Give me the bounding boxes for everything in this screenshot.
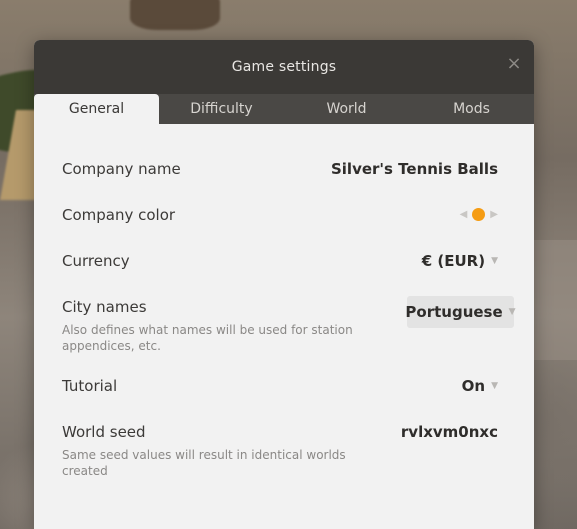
setting-currency: Currency € (EUR) ▼ bbox=[62, 252, 506, 270]
world-seed-hint: Same seed values will result in identica… bbox=[62, 448, 346, 478]
company-color-label: Company color bbox=[62, 206, 176, 224]
arrow-left-icon[interactable]: ◀ bbox=[460, 209, 468, 220]
world-seed-value: rvlxvm0nxc bbox=[400, 423, 498, 441]
city-names-select[interactable]: Portuguese ▼ bbox=[405, 296, 516, 328]
setting-company-name: Company name Silver's Tennis Balls bbox=[62, 160, 506, 178]
setting-city-names: City names Also defines what names will … bbox=[62, 296, 516, 354]
dialog-title: Game settings bbox=[231, 59, 337, 75]
setting-world-seed: World seed Same seed values will result … bbox=[62, 423, 506, 479]
currency-value: € (EUR) bbox=[421, 252, 486, 270]
currency-select[interactable]: € (EUR) ▼ bbox=[422, 252, 498, 270]
chevron-down-icon: ▼ bbox=[491, 381, 498, 391]
city-names-value: Portuguese bbox=[405, 303, 503, 321]
tab-world[interactable]: World bbox=[284, 94, 409, 124]
company-color-swatch bbox=[472, 208, 486, 221]
company-color-picker: ◀ ▶ bbox=[460, 208, 498, 221]
close-icon[interactable]: × bbox=[506, 55, 522, 73]
tab-difficulty[interactable]: Difficulty bbox=[159, 94, 284, 124]
city-names-hint: Also defines what names will be used for… bbox=[62, 323, 353, 353]
setting-tutorial: Tutorial On ▼ bbox=[62, 377, 506, 395]
world-seed-field[interactable]: rvlxvm0nxc bbox=[401, 423, 498, 441]
tutorial-label: Tutorial bbox=[62, 377, 118, 395]
arrow-right-icon[interactable]: ▶ bbox=[490, 209, 498, 220]
chevron-down-icon: ▼ bbox=[491, 256, 498, 266]
game-settings-dialog: Game settings × General Difficulty World… bbox=[34, 40, 534, 529]
setting-company-color: Company color ◀ ▶ bbox=[62, 206, 506, 224]
tutorial-value: On bbox=[461, 377, 486, 395]
company-name-field[interactable]: Silver's Tennis Balls bbox=[331, 160, 498, 178]
chevron-down-icon: ▼ bbox=[508, 307, 516, 317]
company-name-value: Silver's Tennis Balls bbox=[330, 160, 498, 178]
tutorial-select[interactable]: On ▼ bbox=[462, 377, 498, 395]
tab-mods[interactable]: Mods bbox=[409, 94, 534, 124]
settings-tabs: General Difficulty World Mods bbox=[34, 94, 534, 124]
dialog-titlebar: Game settings × bbox=[34, 40, 534, 94]
scene-roof bbox=[130, 0, 220, 30]
tab-general[interactable]: General bbox=[34, 94, 159, 124]
